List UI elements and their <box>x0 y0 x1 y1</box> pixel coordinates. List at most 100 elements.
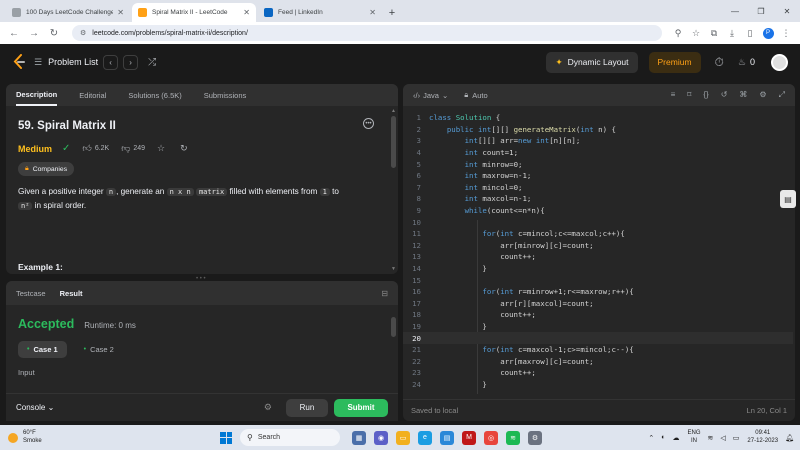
chrome-icon[interactable]: ◎ <box>484 430 498 445</box>
browser-tab[interactable]: Feed | LinkedIn ✕ <box>258 3 382 22</box>
code-area[interactable]: 1 class Solution {2 public int[][] genera… <box>403 106 795 400</box>
code-line[interactable]: 24 } <box>403 379 793 391</box>
description-scrollbar[interactable] <box>391 116 396 168</box>
code-line[interactable]: 18 count++; <box>403 309 793 321</box>
braces-icon[interactable]: {} <box>703 90 708 100</box>
close-icon[interactable]: ✕ <box>117 8 124 17</box>
file-explorer-icon[interactable]: ▭ <box>396 430 410 445</box>
tab-solutions[interactable]: Solutions (6.5K) <box>128 84 181 106</box>
tab-testcase[interactable]: Testcase <box>16 289 46 298</box>
code-line[interactable]: 12 arr[minrow][c]=count; <box>403 240 793 252</box>
code-line[interactable]: 11 for(int c=mincol;c<=maxcol;c++){ <box>403 228 793 240</box>
debug-icon[interactable]: ⚙ <box>264 402 272 413</box>
shortcuts-icon[interactable]: ⌘ <box>739 90 747 100</box>
tab-description[interactable]: Description <box>16 84 58 106</box>
companies-tag[interactable]: 🔒︎ Companies <box>18 162 75 176</box>
zoom-icon[interactable]: ⚲ <box>670 25 686 41</box>
minimize-icon[interactable]: — <box>722 0 748 22</box>
tray-app-icon[interactable]: ◐ <box>661 434 665 441</box>
user-avatar[interactable] <box>771 53 788 71</box>
code-line[interactable]: 6 int maxrow=n-1; <box>403 170 793 182</box>
new-tab-button[interactable]: + <box>384 3 400 22</box>
favorite-star-icon[interactable]: ☆ <box>157 143 168 154</box>
site-info-icon[interactable]: ⚙ <box>80 29 86 37</box>
settings-icon[interactable]: ⚙ <box>528 430 542 445</box>
code-line[interactable]: 20 <box>403 332 793 344</box>
code-line[interactable]: 21 for(int c=maxcol-1;c>=mincol;c--){ <box>403 344 793 356</box>
spotify-icon[interactable]: ≋ <box>506 430 520 445</box>
battery-icon[interactable]: ▭ <box>733 434 740 442</box>
tab-result[interactable]: Result <box>60 289 83 298</box>
clock[interactable]: 09:41 27-12-2023 <box>747 430 778 445</box>
code-line[interactable]: 9 while(count<=n*n){ <box>403 205 793 217</box>
code-line[interactable]: 17 arr[r][maxcol]=count; <box>403 298 793 310</box>
volume-icon[interactable]: ◁ <box>720 434 725 442</box>
code-line[interactable]: 7 int mincol=0; <box>403 182 793 194</box>
code-line[interactable]: 3 int[][] arr=new int[n][n]; <box>403 135 793 147</box>
extensions-icon[interactable]: ⧉ <box>706 25 722 41</box>
onedrive-icon[interactable]: ☁ <box>673 434 680 442</box>
code-line[interactable]: 10 <box>403 216 793 228</box>
like-button[interactable]: 👍︎ 6.2K <box>82 143 109 154</box>
chat-icon[interactable]: ◉ <box>374 430 388 445</box>
format-icon[interactable]: ≡ <box>671 90 676 100</box>
maximize-icon[interactable]: ❐ <box>748 0 774 22</box>
case-2-tab[interactable]: • Case 2 <box>75 341 123 358</box>
premium-button[interactable]: Premium <box>648 51 701 73</box>
shuffle-icon[interactable]: ⤮ <box>148 57 156 68</box>
code-line[interactable]: 14 } <box>403 263 793 275</box>
notification-bell-icon[interactable]: 🔔︎ <box>785 434 794 442</box>
dynamic-layout-button[interactable]: ✦ Dynamic Layout <box>546 51 638 73</box>
code-line[interactable]: 13 count++; <box>403 251 793 263</box>
profile-button[interactable]: P <box>760 25 776 41</box>
close-icon[interactable]: ✕ <box>243 8 250 17</box>
problem-title[interactable]: 59. Spiral Matrix II <box>18 120 386 132</box>
forward-icon[interactable]: → <box>26 25 42 41</box>
case-1-tab[interactable]: • Case 1 <box>18 341 67 358</box>
code-line[interactable]: 15 <box>403 274 793 286</box>
windows-start-icon[interactable] <box>220 431 232 444</box>
bookmark-star-icon[interactable]: ☆ <box>688 25 704 41</box>
url-input[interactable]: ⚙ leetcode.com/problems/spiral-matrix-ii… <box>72 25 662 41</box>
timer-icon[interactable]: ⏱ <box>715 55 724 70</box>
back-icon[interactable]: ← <box>6 25 22 41</box>
edge-icon[interactable]: e <box>418 430 432 445</box>
leetcode-logo-icon[interactable] <box>12 54 26 70</box>
mcafee-icon[interactable]: M <box>462 430 476 445</box>
scroll-up-arrow[interactable]: ▲ <box>391 108 396 114</box>
fullscreen-icon[interactable]: ⤢ <box>779 90 785 100</box>
run-button[interactable]: Run <box>286 398 328 417</box>
taskbar-search[interactable]: ⚲ Search <box>240 429 340 446</box>
autocomplete-toggle[interactable]: 🔒︎ Auto <box>464 90 487 100</box>
problem-list-link[interactable]: ☰ Problem List <box>34 57 98 68</box>
code-line[interactable]: 16 for(int r=minrow+1;r<=maxrow;r++){ <box>403 286 793 298</box>
menu-icon[interactable]: ⋮ <box>778 25 794 41</box>
submit-button[interactable]: Submit <box>334 398 388 417</box>
weather-widget[interactable]: 60°F Smoke <box>0 430 120 445</box>
settings-gear-icon[interactable]: ⚙ <box>759 90 766 100</box>
prev-problem-button[interactable]: ‹ <box>103 54 119 70</box>
code-line[interactable]: 4 int count=1; <box>403 147 793 159</box>
collapse-panel-icon[interactable]: ⊟ <box>381 289 388 298</box>
language-indicator[interactable]: ENG IN <box>688 430 701 445</box>
language-select[interactable]: ‹/› Java ⌄ <box>413 91 448 100</box>
scroll-down-arrow[interactable]: ▼ <box>391 266 396 272</box>
bookmark-icon[interactable]: ⌑ <box>687 90 691 100</box>
tab-editorial[interactable]: Editorial <box>79 84 106 106</box>
browser-tab-active[interactable]: Spiral Matrix II - LeetCode ✕ <box>132 3 256 22</box>
code-line[interactable]: 23 count++; <box>403 367 793 379</box>
code-line[interactable]: 2 public int[][] generateMatrix(int n) { <box>403 124 793 136</box>
code-line[interactable]: 19 } <box>403 321 793 333</box>
chevron-up-icon[interactable]: ⌃ <box>648 434 654 442</box>
share-icon[interactable]: ↻ <box>180 143 191 154</box>
code-line[interactable]: 5 int minrow=0; <box>403 158 793 170</box>
reset-icon[interactable]: ↺ <box>721 90 728 100</box>
close-icon[interactable]: ✕ <box>369 8 376 17</box>
store-icon[interactable]: ▤ <box>440 430 454 445</box>
code-line[interactable]: 8 int maxcol=n-1; <box>403 193 793 205</box>
code-line[interactable]: 1 class Solution { <box>403 112 793 124</box>
tab-submissions[interactable]: Submissions <box>204 84 247 106</box>
streak-counter[interactable]: ♨ 0 <box>738 57 755 68</box>
widgets-icon[interactable]: ▦ <box>352 430 366 445</box>
sidepanel-icon[interactable]: ▯ <box>742 25 758 41</box>
